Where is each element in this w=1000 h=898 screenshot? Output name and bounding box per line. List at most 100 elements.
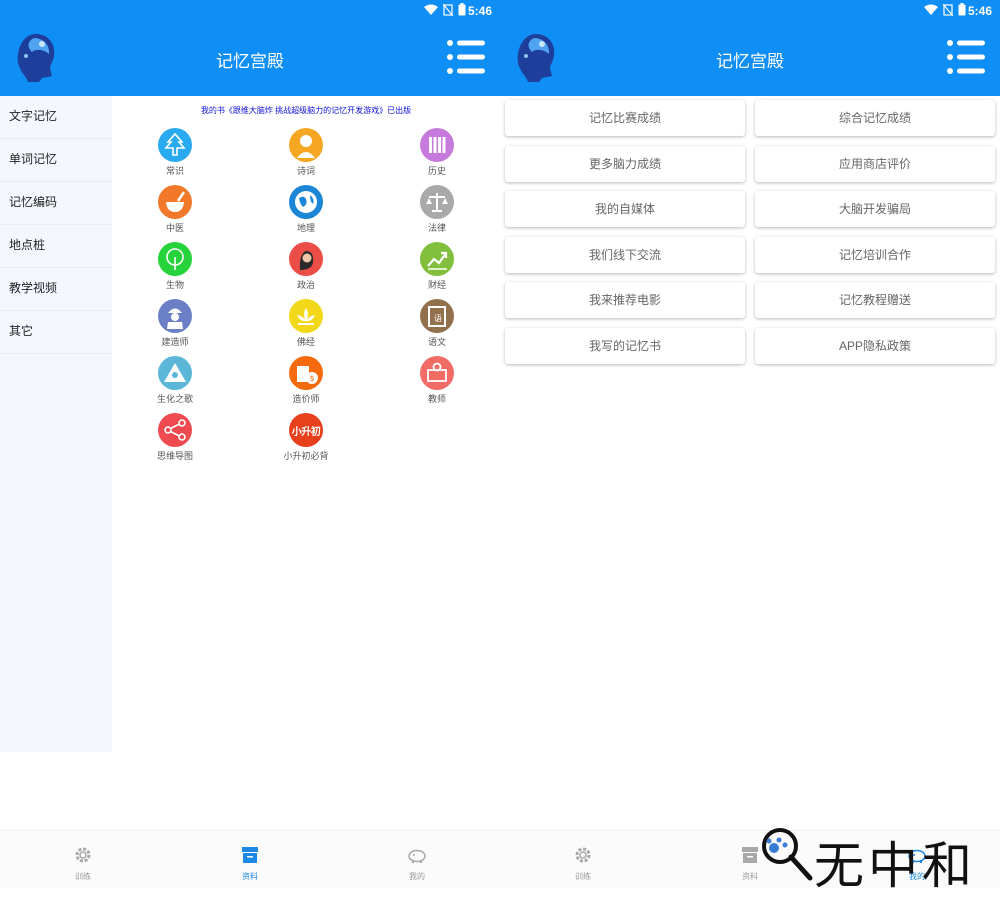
grid-item[interactable]: 中医 [135,185,215,234]
menu-button[interactable] [446,38,486,76]
grid-item-label: 佛经 [296,337,315,347]
grid-item[interactable]: 教师 [397,356,477,405]
grid-item[interactable]: 地理 [266,185,346,234]
grid-item[interactable]: 历史 [397,128,477,177]
sidebar-item-other[interactable]: 其它 [0,311,112,354]
grid-item-label: 小升初必背 [283,451,329,461]
grid-item-label: 生物 [165,280,184,290]
btn-store-review[interactable]: 应用商店评价 [755,146,995,182]
globe-icon [289,185,323,219]
grid-item-label: 地理 [296,223,315,233]
grid-item-label: 生化之歌 [156,394,193,404]
grid-item[interactable]: 思维导图 [135,413,215,462]
mortar-icon [158,185,192,219]
nav-mine[interactable]: 我的 [392,845,442,882]
archive-icon [242,847,258,863]
btn-more-scores[interactable]: 更多脑力成绩 [505,146,745,182]
battery-icon [458,3,466,16]
btn-offline-meetup[interactable]: 我们线下交流 [505,237,745,273]
grid-item[interactable]: 常识 [135,128,215,177]
btn-movie-recommend[interactable]: 我来推荐电影 [505,282,745,318]
nav-label: 训练 [575,872,591,881]
screen-mine: 5:46 记忆宫殿 记忆比赛成绩 综合记忆成绩 更多脑力成绩 应用商店评价 我的… [500,0,1000,888]
grid-item-label: 语文 [427,337,446,347]
nav-resources[interactable]: 资料 [225,845,275,882]
grid-item-label: 政治 [296,280,315,290]
tree-icon [158,128,192,162]
grid-item[interactable]: 小升初 小升初必背 [266,413,346,462]
sidebar-item-text-memory[interactable]: 文字记忆 [0,96,112,139]
app-bar: 记忆宫殿 [500,22,1000,96]
grid-item[interactable]: 法律 [397,185,477,234]
app-bar: 记忆宫殿 [0,22,500,96]
battery-icon [958,3,966,16]
bottom-nav: 训练 资料 我的 [0,830,500,888]
btn-my-media[interactable]: 我的自媒体 [505,191,745,227]
grid-item[interactable]: 财经 [397,242,477,291]
nav-label: 我的 [409,872,425,881]
cost-icon: $ [289,356,323,390]
grid-item-label: 教师 [427,394,446,404]
screen-resources: 5:46 记忆宫殿 文字记忆 单词记忆 记忆编码 地点桩 教学视频 其它 我的书… [0,0,500,888]
grid-item[interactable]: 建造师 [135,299,215,348]
grid-item-label: 财经 [427,280,446,290]
poet-icon [289,128,323,162]
lotus-icon [289,299,323,333]
status-bar: 5:46 [0,0,500,22]
gear-icon [575,847,591,863]
list-menu-icon [947,40,985,74]
teacher-icon [420,356,454,390]
resource-grid: 我的书《跟维大脑炸 挑战超级脑力的记忆开发游戏》已出版 常识 诗词 历史中医 地理 法律… [112,96,500,752]
grid-item-label: 建造师 [161,337,189,347]
nav-label: 训练 [75,872,91,881]
btn-competition-scores[interactable]: 记忆比赛成绩 [505,100,745,136]
piggy-icon [408,849,426,863]
sidebar-item-word-memory[interactable]: 单词记忆 [0,139,112,182]
nav-train[interactable]: 训练 [58,845,108,882]
no-sim-icon [943,3,953,16]
grid-item[interactable]: 诗词 [266,128,346,177]
wifi-icon [424,4,438,15]
grid-item-label: 法律 [427,223,446,233]
btn-tutorial-gift[interactable]: 记忆教程赠送 [755,282,995,318]
grid-item[interactable]: 政治 [266,242,346,291]
books-icon [420,128,454,162]
grid-item[interactable]: 生物 [135,242,215,291]
badge-text: 小升初 [291,426,321,438]
chart-up-icon [420,242,454,276]
app-title: 记忆宫殿 [216,52,284,71]
nav-label: 资料 [242,872,258,881]
grid-item[interactable]: 语语文 [397,299,477,348]
book-icon: 语 [420,299,454,333]
grid-item-label: 中医 [165,223,184,233]
nav-train[interactable]: 训练 [558,845,608,882]
menu-button[interactable] [946,38,986,76]
corner-watermark-text: 无中和 [814,837,976,895]
list-menu-icon [447,40,485,74]
sidebar-item-memory-codes[interactable]: 记忆编码 [0,182,112,225]
grid-item[interactable]: 生化之歌 [135,356,215,405]
clock: 5:46 [467,4,492,18]
sidebar-item-videos[interactable]: 教学视频 [0,268,112,311]
btn-privacy-policy[interactable]: APP隐私政策 [755,328,995,364]
book-notice[interactable]: 我的书《跟维大脑炸 挑战超级脑力的记忆开发游戏》已出版 [112,105,500,116]
builder-icon [158,299,192,333]
grid-item[interactable]: $ 造价师 [266,356,346,405]
status-bar: 5:46 [500,0,1000,22]
text-badge-icon: 小升初 [289,413,323,447]
clock: 5:46 [967,4,992,18]
grid-item-label: 历史 [427,166,446,176]
svg-text:语: 语 [434,313,442,323]
grid-item-label: 思维导图 [156,451,193,461]
btn-brain-scams[interactable]: 大脑开发骗局 [755,191,995,227]
sidebar-item-location-pegs[interactable]: 地点桩 [0,225,112,268]
grid-item-label: 诗词 [296,166,315,176]
btn-my-books[interactable]: 我写的记忆书 [505,328,745,364]
category-sidebar: 文字记忆 单词记忆 记忆编码 地点桩 教学视频 其它 [0,96,112,752]
scales-icon [420,185,454,219]
biohazard-icon [158,356,192,390]
btn-overall-scores[interactable]: 综合记忆成绩 [755,100,995,136]
grid-item[interactable]: 佛经 [266,299,346,348]
mindmap-icon [158,413,192,447]
btn-training-cooperation[interactable]: 记忆培训合作 [755,237,995,273]
